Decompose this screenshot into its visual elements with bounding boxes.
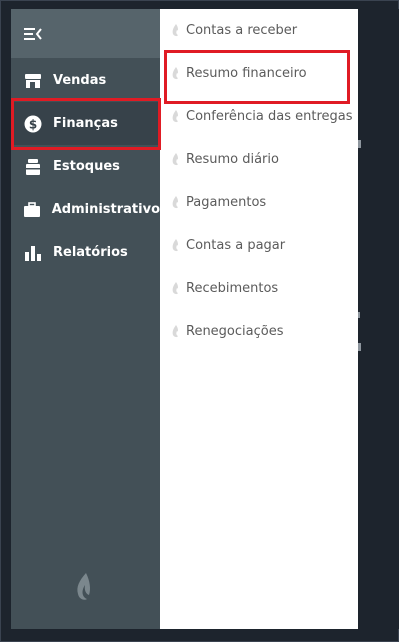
flame-icon (169, 324, 181, 338)
submenu-item-label: Resumo diário (186, 151, 279, 167)
submenu-item-pagamentos[interactable]: Pagamentos (160, 189, 358, 215)
flame-icon (169, 152, 181, 166)
submenu-item-contas-a-receber[interactable]: Contas a receber (160, 17, 358, 43)
sidebar-item-relatorios[interactable]: Relatórios (11, 231, 160, 274)
collapse-menu-icon[interactable] (23, 26, 43, 42)
underlying-page-edge (358, 9, 399, 629)
flame-icon (169, 109, 181, 123)
sidebar-item-estoques[interactable]: Estoques (11, 145, 160, 188)
briefcase-icon (23, 200, 42, 220)
highlight-financas (11, 98, 161, 150)
submenu-item-renegociacoes[interactable]: Renegociações (160, 318, 358, 344)
flame-icon (169, 281, 181, 295)
flame-icon (169, 195, 181, 209)
highlight-resumo-financeiro (164, 50, 350, 104)
sidebar-item-administrativo[interactable]: Administrativo (11, 188, 160, 231)
inventory-box-icon (23, 157, 43, 177)
submenu-item-conferencia-das-entregas[interactable]: Conferência das entregas (160, 103, 358, 129)
submenu-item-label: Pagamentos (186, 194, 267, 210)
page-edge-mark (358, 312, 360, 318)
sidebar-item-label: Vendas (53, 73, 107, 88)
submenu-item-resumo-diario[interactable]: Resumo diário (160, 146, 358, 172)
page-edge-mark (358, 343, 361, 351)
submenu-item-label: Recebimentos (186, 280, 279, 296)
brand-flame-logo (73, 572, 95, 607)
flame-icon (169, 23, 181, 37)
flame-icon (169, 238, 181, 252)
sidebar-item-label: Estoques (53, 159, 120, 174)
sidebar-item-label: Administrativo (51, 202, 160, 217)
submenu-item-label: Conferência das entregas (186, 108, 353, 124)
submenu-item-contas-a-pagar[interactable]: Contas a pagar (160, 232, 358, 258)
submenu-item-label: Contas a pagar (186, 237, 286, 253)
sidebar-item-vendas[interactable]: Vendas (11, 59, 160, 102)
submenu-item-label: Contas a receber (186, 22, 298, 38)
bar-chart-icon (23, 243, 43, 263)
submenu-item-recebimentos[interactable]: Recebimentos (160, 275, 358, 301)
storefront-icon (23, 71, 43, 91)
page-edge-mark (358, 140, 361, 148)
sidebar-header (11, 9, 160, 58)
submenu-item-label: Renegociações (186, 323, 284, 339)
sidebar-item-label: Relatórios (53, 245, 128, 260)
